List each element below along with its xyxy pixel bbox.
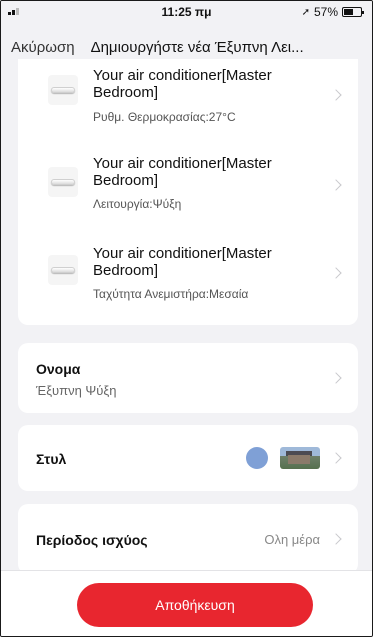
action-title: Your air conditioner[Master Bedroom] xyxy=(93,155,272,189)
footer: Αποθήκευση xyxy=(1,570,372,636)
name-setting[interactable]: Ονομα Έξυπνη Ψύξη xyxy=(18,343,358,413)
action-subtitle: Ταχύτητα Ανεμιστήρα:Μεσαία xyxy=(93,287,249,301)
status-bar: 11:25 πμ ➚ 57% xyxy=(1,1,372,21)
action-item-mode[interactable]: Your air conditioner[Master Bedroom] Λει… xyxy=(18,149,358,233)
chevron-right-icon xyxy=(330,452,342,464)
phone-screen: 11:25 πμ ➚ 57% Ακύρωση Δημιουργήστε νέα … xyxy=(0,0,373,637)
actions-card: Your air conditioner[Master Bedroom] Ρυθ… xyxy=(18,59,358,325)
action-subtitle: Ρυθμ. Θερμοκρασίας:27°C xyxy=(93,110,236,124)
period-setting[interactable]: Περίοδος ισχύος Ολη μέρα xyxy=(18,504,358,574)
cancel-button[interactable]: Ακύρωση xyxy=(11,39,75,56)
chevron-right-icon xyxy=(330,179,342,191)
save-button[interactable]: Αποθήκευση xyxy=(77,583,313,627)
style-color-swatch xyxy=(246,447,268,469)
air-conditioner-icon xyxy=(48,255,78,285)
style-image-thumbnail xyxy=(280,447,320,469)
battery-percent: 57% xyxy=(313,5,338,19)
page-title: Δημιουργήστε νέα Έξυπνη Λει... xyxy=(90,38,304,56)
battery-icon xyxy=(342,7,364,17)
air-conditioner-icon xyxy=(48,75,78,105)
action-item-temperature[interactable]: Your air conditioner[Master Bedroom] Ρυθ… xyxy=(18,59,358,143)
chevron-right-icon xyxy=(330,372,342,384)
period-label: Περίοδος ισχύος xyxy=(36,532,148,548)
name-label: Ονομα xyxy=(36,361,81,377)
action-subtitle: Λειτουργία:Ψύξη xyxy=(93,197,182,211)
style-setting[interactable]: Στυλ xyxy=(18,425,358,491)
period-value: Ολη μέρα xyxy=(264,532,320,547)
chevron-right-icon xyxy=(330,533,342,545)
location-arrow-icon: ➚ xyxy=(301,6,310,18)
action-title: Your air conditioner[Master Bedroom] xyxy=(93,67,272,101)
status-right: ➚ 57% xyxy=(301,5,364,19)
name-value: Έξυπνη Ψύξη xyxy=(36,383,117,398)
air-conditioner-icon xyxy=(48,167,78,197)
action-title: Your air conditioner[Master Bedroom] xyxy=(93,245,272,279)
chevron-right-icon xyxy=(330,89,342,101)
chevron-right-icon xyxy=(330,267,342,279)
action-item-fan-speed[interactable]: Your air conditioner[Master Bedroom] Ταχ… xyxy=(18,239,358,323)
style-label: Στυλ xyxy=(36,451,67,467)
